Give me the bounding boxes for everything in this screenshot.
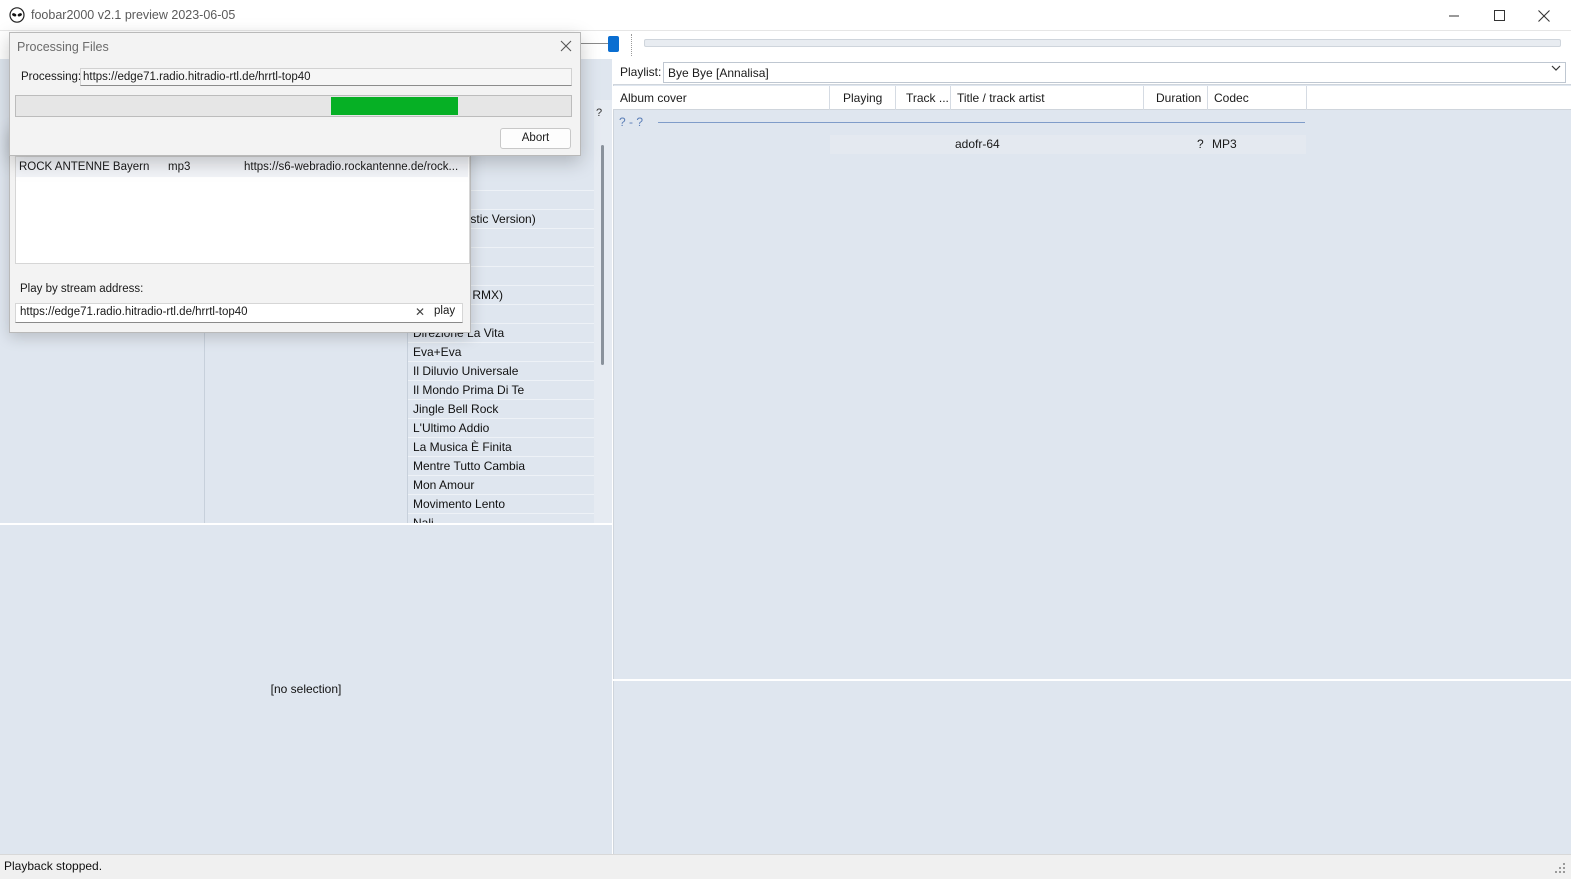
- playlist-pane: [613, 59, 1571, 854]
- station-name: ROCK ANTENNE Bayern: [19, 161, 150, 173]
- stream-address-value[interactable]: https://edge71.radio.hitradio-rtl.de/hrr…: [20, 306, 248, 318]
- resize-grip-icon[interactable]: [1552, 860, 1566, 874]
- column-track[interactable]: Track ...: [900, 86, 951, 110]
- title-bar: [0, 0, 1571, 31]
- minimize-button[interactable]: [1431, 0, 1477, 31]
- status-bar: [0, 854, 1571, 879]
- list-item[interactable]: Movimento Lento: [408, 495, 594, 514]
- progress-bar: [15, 95, 572, 117]
- column-header-unknown[interactable]: ?: [596, 107, 602, 119]
- close-icon: [1538, 9, 1550, 22]
- maximize-icon: [1493, 10, 1505, 21]
- list-item[interactable]: Il Diluvio Universale: [408, 362, 594, 381]
- panel-splitter[interactable]: [0, 523, 612, 525]
- chevron-down-icon[interactable]: [1551, 64, 1561, 72]
- track-codec: MP3: [1212, 137, 1237, 151]
- stream-address-label: Play by stream address:: [20, 283, 144, 295]
- playlist-label: Playlist:: [620, 65, 662, 79]
- list-item[interactable]: Mon Amour: [408, 476, 594, 495]
- properties-placeholder: [no selection]: [270, 682, 342, 696]
- minimize-icon: [1448, 15, 1459, 17]
- progress-bar-fill: [331, 97, 458, 115]
- track-duration: ?: [1197, 137, 1204, 151]
- scrollbar-thumb[interactable]: [601, 145, 604, 365]
- group-header-line: [658, 122, 1305, 123]
- toolbar-separator: [631, 34, 632, 56]
- list-item[interactable]: Jingle Bell Rock: [408, 400, 594, 419]
- column-title-artist[interactable]: Title / track artist: [951, 86, 1144, 110]
- list-item[interactable]: L'Ultimo Addio: [408, 419, 594, 438]
- column-duration[interactable]: Duration: [1150, 86, 1208, 110]
- column-codec[interactable]: Codec: [1208, 86, 1307, 110]
- volume-slider-thumb[interactable]: [608, 36, 619, 52]
- list-item[interactable]: Mentre Tutto Cambia: [408, 457, 594, 476]
- playlist-dropdown[interactable]: Bye Bye [Annalisa]: [663, 62, 1566, 83]
- column-album-cover[interactable]: Album cover: [614, 86, 830, 110]
- processing-label: Processing:: [21, 71, 82, 83]
- close-button[interactable]: [1521, 0, 1567, 31]
- volume-track[interactable]: [581, 43, 609, 44]
- alien-head-icon[interactable]: [9, 7, 25, 23]
- close-icon[interactable]: [556, 36, 576, 56]
- abort-button[interactable]: Abort: [500, 128, 571, 149]
- processing-url-field: https://edge71.radio.hitradio-rtl.de/hrr…: [80, 68, 572, 86]
- seek-bar[interactable]: [644, 39, 1561, 47]
- clear-icon[interactable]: ✕: [415, 305, 425, 319]
- window-title: foobar2000 v2.1 preview 2023-06-05: [31, 8, 236, 22]
- list-item[interactable]: Il Mondo Prima Di Te: [408, 381, 594, 400]
- list-item[interactable]: La Musica È Finita: [408, 438, 594, 457]
- track-title: adofr-64: [955, 137, 1000, 151]
- list-item[interactable]: Eva+Eva: [408, 343, 594, 362]
- maximize-button[interactable]: [1476, 0, 1522, 31]
- play-stream-button[interactable]: play: [434, 305, 455, 317]
- station-format: mp3: [168, 161, 191, 173]
- playlist-group-header: ? - ?: [619, 115, 644, 129]
- status-text: Playback stopped.: [4, 859, 103, 873]
- station-url: https://s6-webradio.rockantenne.de/rock.…: [244, 161, 458, 173]
- dialog-title: Processing Files: [17, 40, 109, 54]
- column-playing[interactable]: Playing: [837, 86, 896, 110]
- panel-splitter-right[interactable]: [613, 679, 1571, 681]
